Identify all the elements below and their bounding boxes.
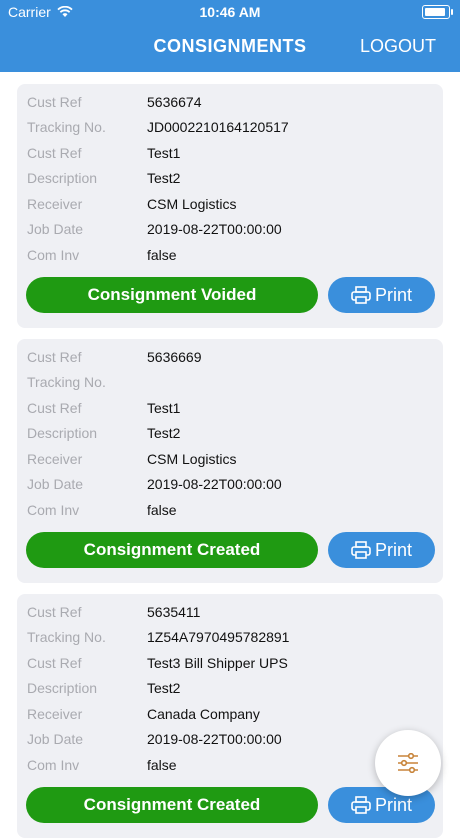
job-date-value: 2019-08-22T00:00:00	[147, 221, 282, 237]
cust-ref-value: 5636674	[147, 94, 202, 110]
row-description: Description Test2	[27, 170, 180, 188]
row-com-inv: Com Inv false	[27, 502, 177, 520]
com-inv-value: false	[147, 757, 177, 773]
tracking-label: Tracking No.	[27, 119, 106, 135]
description-label: Description	[27, 680, 98, 696]
receiver-label: Receiver	[27, 451, 83, 467]
consignment-list[interactable]: Cust Ref 5636674 Tracking No. JD0002210164…	[0, 72, 460, 838]
row-receiver: Receiver Canada Company	[27, 706, 260, 724]
description-value: Test2	[147, 425, 181, 441]
cust-ref-2-label: Cust Ref	[27, 655, 82, 671]
row-cust-ref-2: Cust Ref Test3 Bill Shipper UPS	[27, 655, 288, 673]
printer-icon	[351, 796, 371, 814]
tracking-value: JD0002210164120517	[147, 119, 289, 135]
battery-icon	[422, 5, 453, 19]
status-button[interactable]: Consignment Voided	[26, 277, 318, 313]
receiver-value: CSM Logistics	[147, 196, 237, 212]
print-label: Print	[374, 284, 412, 305]
consignment-card: Cust Ref 5636674 Tracking No. JD0002210164…	[17, 84, 443, 328]
filter-button[interactable]	[375, 730, 441, 796]
row-tracking: Tracking No. JD0002210164120517	[27, 119, 289, 137]
tracking-value: 1Z54A7970495782891	[147, 629, 290, 645]
com-inv-value: false	[147, 247, 177, 263]
row-tracking: Tracking No. 1Z54A7970495782891	[27, 629, 289, 647]
cust-ref-2-value: Test1	[147, 145, 181, 161]
app-header: Carrier 10:46 AM CONSIGNMENTS LOGOUT	[0, 0, 460, 72]
job-date-label: Job Date	[27, 731, 84, 747]
logout-button[interactable]: LOGOUT	[360, 36, 436, 57]
cust-ref-2-label: Cust Ref	[27, 145, 82, 161]
row-cust-ref: Cust Ref 5636669	[27, 349, 202, 367]
row-job-date: Job Date 2019-08-22T00:00:00	[27, 731, 282, 749]
printer-icon	[351, 286, 371, 304]
receiver-value: CSM Logistics	[147, 451, 237, 467]
tracking-label: Tracking No.	[27, 374, 106, 390]
description-label: Description	[27, 425, 98, 441]
com-inv-label: Com Inv	[27, 247, 80, 263]
com-inv-label: Com Inv	[27, 502, 80, 518]
print-label: Print	[374, 539, 412, 560]
com-inv-value: false	[147, 502, 177, 518]
print-button[interactable]: Print	[328, 532, 435, 568]
receiver-value: Canada Company	[147, 706, 260, 722]
description-label: Description	[27, 170, 98, 186]
row-tracking: Tracking No.	[27, 374, 147, 392]
consignment-card: Cust Ref 5635411 Tracking No. 1Z54A7970495…	[17, 594, 443, 838]
status-bar: Carrier 10:46 AM	[0, 0, 460, 24]
cust-ref-label: Cust Ref	[27, 94, 82, 110]
row-cust-ref-2: Cust Ref Test1	[27, 400, 180, 418]
printer-icon	[351, 541, 371, 559]
job-date-value: 2019-08-22T00:00:00	[147, 476, 282, 492]
com-inv-label: Com Inv	[27, 757, 80, 773]
consignment-card: Cust Ref 5636669 Tracking No. Cust Ref Tes…	[17, 339, 443, 583]
job-date-label: Job Date	[27, 221, 84, 237]
cust-ref-2-value: Test3 Bill Shipper UPS	[147, 655, 288, 671]
row-cust-ref-2: Cust Ref Test1	[27, 145, 180, 163]
row-job-date: Job Date 2019-08-22T00:00:00	[27, 221, 282, 239]
receiver-label: Receiver	[27, 706, 83, 722]
row-com-inv: Com Inv false	[27, 247, 177, 265]
row-cust-ref: Cust Ref 5635411	[27, 604, 200, 622]
cust-ref-2-value: Test1	[147, 400, 181, 416]
clock: 10:46 AM	[199, 4, 261, 20]
row-description: Description Test2	[27, 680, 180, 698]
row-cust-ref: Cust Ref 5636674	[27, 94, 202, 112]
cust-ref-value: 5635411	[147, 604, 201, 620]
row-receiver: Receiver CSM Logistics	[27, 196, 236, 214]
row-job-date: Job Date 2019-08-22T00:00:00	[27, 476, 282, 494]
row-receiver: Receiver CSM Logistics	[27, 451, 236, 469]
cust-ref-value: 5636669	[147, 349, 202, 365]
filter-sliders-icon	[398, 753, 418, 773]
job-date-label: Job Date	[27, 476, 84, 492]
tracking-label: Tracking No.	[27, 629, 106, 645]
print-label: Print	[374, 794, 412, 815]
row-description: Description Test2	[27, 425, 180, 443]
cust-ref-label: Cust Ref	[27, 349, 82, 365]
row-com-inv: Com Inv false	[27, 757, 177, 775]
job-date-value: 2019-08-22T00:00:00	[147, 731, 282, 747]
description-value: Test2	[147, 170, 181, 186]
receiver-label: Receiver	[27, 196, 83, 212]
cust-ref-label: Cust Ref	[27, 604, 82, 620]
cust-ref-2-label: Cust Ref	[27, 400, 82, 416]
description-value: Test2	[147, 680, 181, 696]
print-button[interactable]: Print	[328, 277, 435, 313]
status-button[interactable]: Consignment Created	[26, 532, 318, 568]
